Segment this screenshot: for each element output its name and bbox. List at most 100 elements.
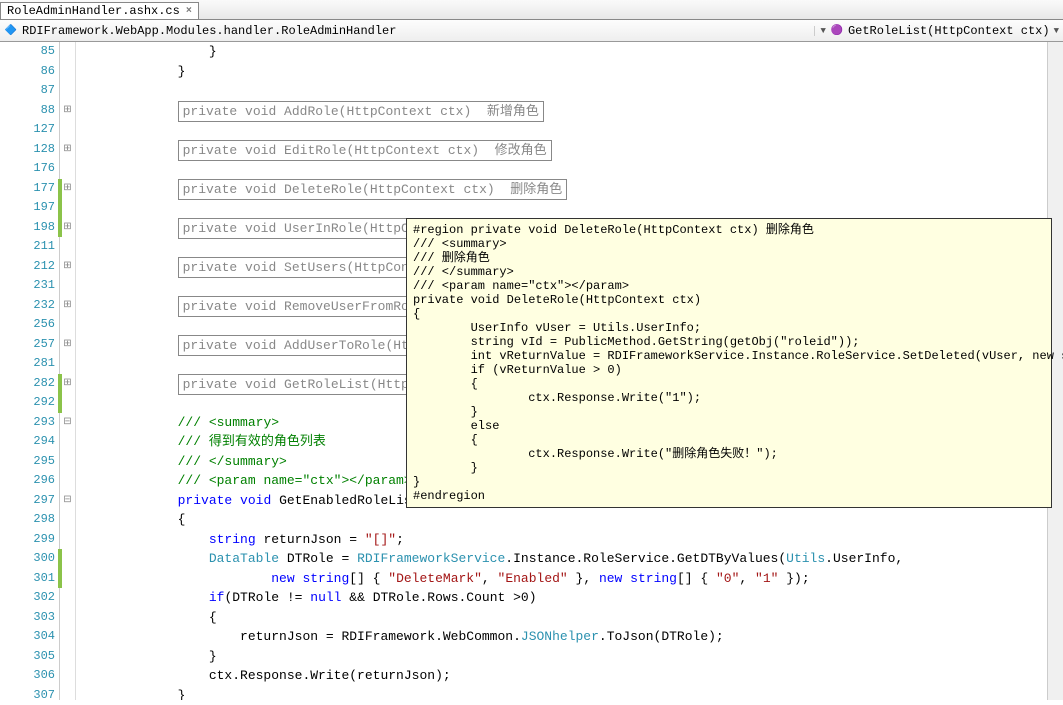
token: DataTable <box>209 551 279 566</box>
code-line[interactable] <box>76 120 1063 140</box>
token: .ToJson(DTRole); <box>599 629 724 644</box>
line-number: 302 <box>0 588 57 608</box>
line-number: 281 <box>0 354 57 374</box>
line-number: 198 <box>0 218 57 238</box>
line-number: 128 <box>0 140 57 160</box>
line-number: 177 <box>0 179 57 199</box>
token: "1" <box>755 571 778 586</box>
chevron-down-icon[interactable]: ▼ <box>1054 26 1059 36</box>
code-line[interactable] <box>76 198 1063 218</box>
token: string <box>209 532 256 547</box>
token: "Enabled" <box>498 571 568 586</box>
fold-toggle[interactable]: ⊞ <box>60 257 75 277</box>
file-tab[interactable]: RoleAdminHandler.ashx.cs × <box>0 2 199 19</box>
token: (DTRole != <box>224 590 310 605</box>
code-line[interactable]: } <box>76 686 1063 701</box>
token: GetEnabledRoleList( <box>271 493 427 508</box>
code-line[interactable]: } <box>76 42 1063 62</box>
token: Utils <box>786 551 825 566</box>
editor[interactable]: 8586878812712817617719719821121223123225… <box>0 42 1063 700</box>
token: null <box>310 590 341 605</box>
fold-toggle <box>60 237 75 257</box>
code-line[interactable] <box>76 159 1063 179</box>
fold-toggle[interactable]: ⊞ <box>60 218 75 238</box>
token: returnJson = <box>256 532 365 547</box>
fold-toggle[interactable]: ⊞ <box>60 101 75 121</box>
tab-label: RoleAdminHandler.ashx.cs <box>7 4 180 18</box>
class-path[interactable]: RDIFramework.WebApp.Modules.handler.Role… <box>22 24 396 38</box>
token: RDIFrameworkService <box>357 551 505 566</box>
fold-toggle <box>60 471 75 491</box>
close-icon[interactable]: × <box>186 6 192 17</box>
fold-toggle <box>60 452 75 472</box>
fold-toggle[interactable]: ⊞ <box>60 296 75 316</box>
code-line[interactable]: DataTable DTRole = RDIFrameworkService.I… <box>76 549 1063 569</box>
line-number: 299 <box>0 530 57 550</box>
line-number: 305 <box>0 647 57 667</box>
code-line[interactable]: if(DTRole != null && DTRole.Rows.Count >… <box>76 588 1063 608</box>
fold-toggle[interactable]: ⊞ <box>60 179 75 199</box>
change-marker <box>58 198 62 218</box>
token: } <box>209 649 217 664</box>
line-number: 86 <box>0 62 57 82</box>
fold-toggle[interactable]: ⊟ <box>60 491 75 511</box>
class-dropdown[interactable]: ▼ <box>814 26 826 36</box>
line-number: 296 <box>0 471 57 491</box>
fold-column: ⊞ ⊞ ⊞ ⊞ ⊞ ⊞ ⊞ ⊞ ⊟ ⊟ <box>60 42 76 700</box>
token: ctx.Response.Write(returnJson); <box>209 668 451 683</box>
collapsed-region[interactable]: private void AddRole(HttpContext ctx) 新增… <box>178 101 544 123</box>
class-icon: 🔷 <box>4 24 18 38</box>
fold-toggle <box>60 608 75 628</box>
token <box>232 493 240 508</box>
line-number: 306 <box>0 666 57 686</box>
code-line[interactable]: string returnJson = "[]"; <box>76 530 1063 550</box>
line-number: 87 <box>0 81 57 101</box>
token: new <box>271 571 294 586</box>
code-line[interactable]: new string[] { "DeleteMark", "Enabled" }… <box>76 569 1063 589</box>
token: } <box>178 688 186 701</box>
collapsed-region[interactable]: private void DeleteRole(HttpContext ctx)… <box>178 179 568 201</box>
code-area[interactable]: } } private void AddRole(HttpContext ctx… <box>76 42 1063 700</box>
code-line[interactable] <box>76 81 1063 101</box>
code-line[interactable]: } <box>76 647 1063 667</box>
method-icon: 🟣 <box>830 24 844 38</box>
change-marker <box>58 549 62 569</box>
line-number: 293 <box>0 413 57 433</box>
token: string <box>302 571 349 586</box>
code-line[interactable]: { <box>76 608 1063 628</box>
fold-toggle[interactable]: ⊟ <box>60 413 75 433</box>
line-number: 232 <box>0 296 57 316</box>
change-marker <box>58 218 62 238</box>
code-line[interactable]: private void DeleteRole(HttpContext ctx)… <box>76 179 1063 199</box>
token: ; <box>396 532 404 547</box>
fold-toggle <box>60 276 75 296</box>
line-number: 297 <box>0 491 57 511</box>
fold-toggle[interactable]: ⊞ <box>60 335 75 355</box>
token: }); <box>778 571 809 586</box>
tab-bar: RoleAdminHandler.ashx.cs × <box>0 0 1063 20</box>
navigation-bar: 🔷 RDIFramework.WebApp.Modules.handler.Ro… <box>0 20 1063 42</box>
token <box>622 571 630 586</box>
collapsed-region[interactable]: private void EditRole(HttpContext ctx) 修… <box>178 140 552 162</box>
line-number: 307 <box>0 686 57 705</box>
line-number: 301 <box>0 569 57 589</box>
method-name[interactable]: GetRoleList(HttpContext ctx) <box>848 24 1050 38</box>
code-line[interactable]: private void EditRole(HttpContext ctx) 修… <box>76 140 1063 160</box>
fold-toggle <box>60 666 75 686</box>
fold-toggle[interactable]: ⊞ <box>60 140 75 160</box>
code-line[interactable]: { <box>76 510 1063 530</box>
fold-toggle[interactable]: ⊞ <box>60 374 75 394</box>
code-line[interactable]: ctx.Response.Write(returnJson); <box>76 666 1063 686</box>
token: [] { <box>349 571 388 586</box>
code-line[interactable]: } <box>76 62 1063 82</box>
fold-toggle <box>60 588 75 608</box>
code-line[interactable]: returnJson = RDIFramework.WebCommon.JSON… <box>76 627 1063 647</box>
token: } <box>209 44 217 59</box>
line-number: 282 <box>0 374 57 394</box>
code-line[interactable]: private void AddRole(HttpContext ctx) 新增… <box>76 101 1063 121</box>
token: { <box>209 610 217 625</box>
line-number: 304 <box>0 627 57 647</box>
token: void <box>240 493 271 508</box>
line-number: 197 <box>0 198 57 218</box>
chevron-down-icon: ▼ <box>821 26 826 36</box>
